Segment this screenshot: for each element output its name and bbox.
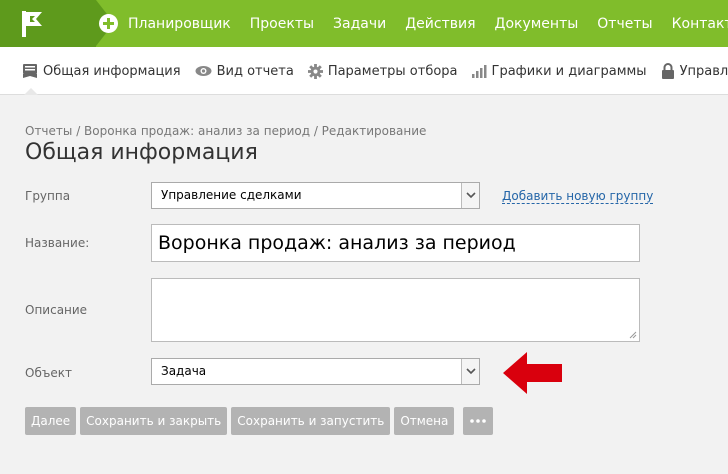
plus-circle-icon[interactable] <box>99 14 118 33</box>
tab-access-management[interactable]: Управлен <box>661 63 728 79</box>
tab-label: Графики и диаграммы <box>491 63 647 79</box>
resize-handle-icon[interactable] <box>629 331 637 339</box>
chevron-down-icon <box>466 368 476 375</box>
report-tabs-bar: Общая информация Вид отчета Параметры от… <box>0 47 728 95</box>
nav-item-contacts[interactable]: Контакты <box>672 16 728 32</box>
nav-item-projects[interactable]: Проекты <box>250 16 314 32</box>
top-navigation-bar: Планировщик Проекты Задачи Действия Доку… <box>0 0 728 47</box>
ellipsis-icon <box>470 419 487 423</box>
save-and-close-button[interactable]: Сохранить и закрыть <box>80 407 228 435</box>
tab-report-view[interactable]: Вид отчета <box>195 64 294 79</box>
tab-label: Общая информация <box>43 63 181 79</box>
nav-item-reports[interactable]: Отчеты <box>597 16 652 32</box>
tab-label: Вид отчета <box>216 63 294 79</box>
description-textarea[interactable] <box>151 278 640 342</box>
active-tab-caret <box>24 88 38 95</box>
tab-filter-params[interactable]: Параметры отбора <box>307 63 458 79</box>
more-button[interactable] <box>463 407 494 435</box>
nav-item-tasks[interactable]: Задачи <box>333 16 386 32</box>
main-menu: Планировщик Проекты Задачи Действия Доку… <box>128 0 728 47</box>
nav-item-documents[interactable]: Документы <box>495 16 579 32</box>
nav-item-planner[interactable]: Планировщик <box>128 16 231 32</box>
tab-charts[interactable]: Графики и диаграммы <box>471 63 647 79</box>
nav-item-actions[interactable]: Действия <box>405 16 475 32</box>
red-arrow-annotation-icon <box>503 352 562 394</box>
eye-icon <box>195 66 212 76</box>
save-and-run-button[interactable]: Сохранить и запустить <box>231 407 391 435</box>
next-button[interactable]: Далее <box>25 407 77 435</box>
name-input[interactable]: Воронка продаж: анализ за период <box>151 224 640 262</box>
name-label: Название: <box>25 236 90 250</box>
add-group-link[interactable]: Добавить новую группу <box>502 189 654 204</box>
tab-general-info[interactable]: Общая информация <box>22 63 181 79</box>
action-buttons: Далее Сохранить и закрыть Сохранить и за… <box>25 407 497 435</box>
breadcrumb[interactable]: Отчеты / Воронка продаж: анализ за перио… <box>25 124 426 138</box>
group-select[interactable]: Управление сделками <box>151 182 480 209</box>
report-list-icon <box>23 64 37 78</box>
description-label: Описание <box>25 303 88 317</box>
page-title: Общая информация <box>25 140 258 165</box>
object-select-value: Задача <box>161 364 207 378</box>
dropdown-arrow[interactable] <box>461 183 479 208</box>
dropdown-arrow[interactable] <box>461 359 479 384</box>
cancel-button[interactable]: Отмена <box>394 407 455 435</box>
bar-chart-icon <box>471 64 487 78</box>
logo[interactable] <box>0 0 114 47</box>
chevron-down-icon <box>466 192 476 199</box>
tab-label: Параметры отбора <box>327 63 458 79</box>
lock-icon <box>661 63 674 79</box>
object-label: Объект <box>25 366 72 380</box>
gear-icon <box>307 63 323 79</box>
group-select-value: Управление сделками <box>161 188 302 202</box>
group-label: Группа <box>25 189 71 203</box>
object-select[interactable]: Задача <box>151 358 480 385</box>
flag-logo-icon <box>22 11 42 37</box>
tab-label: Управлен <box>679 63 728 79</box>
